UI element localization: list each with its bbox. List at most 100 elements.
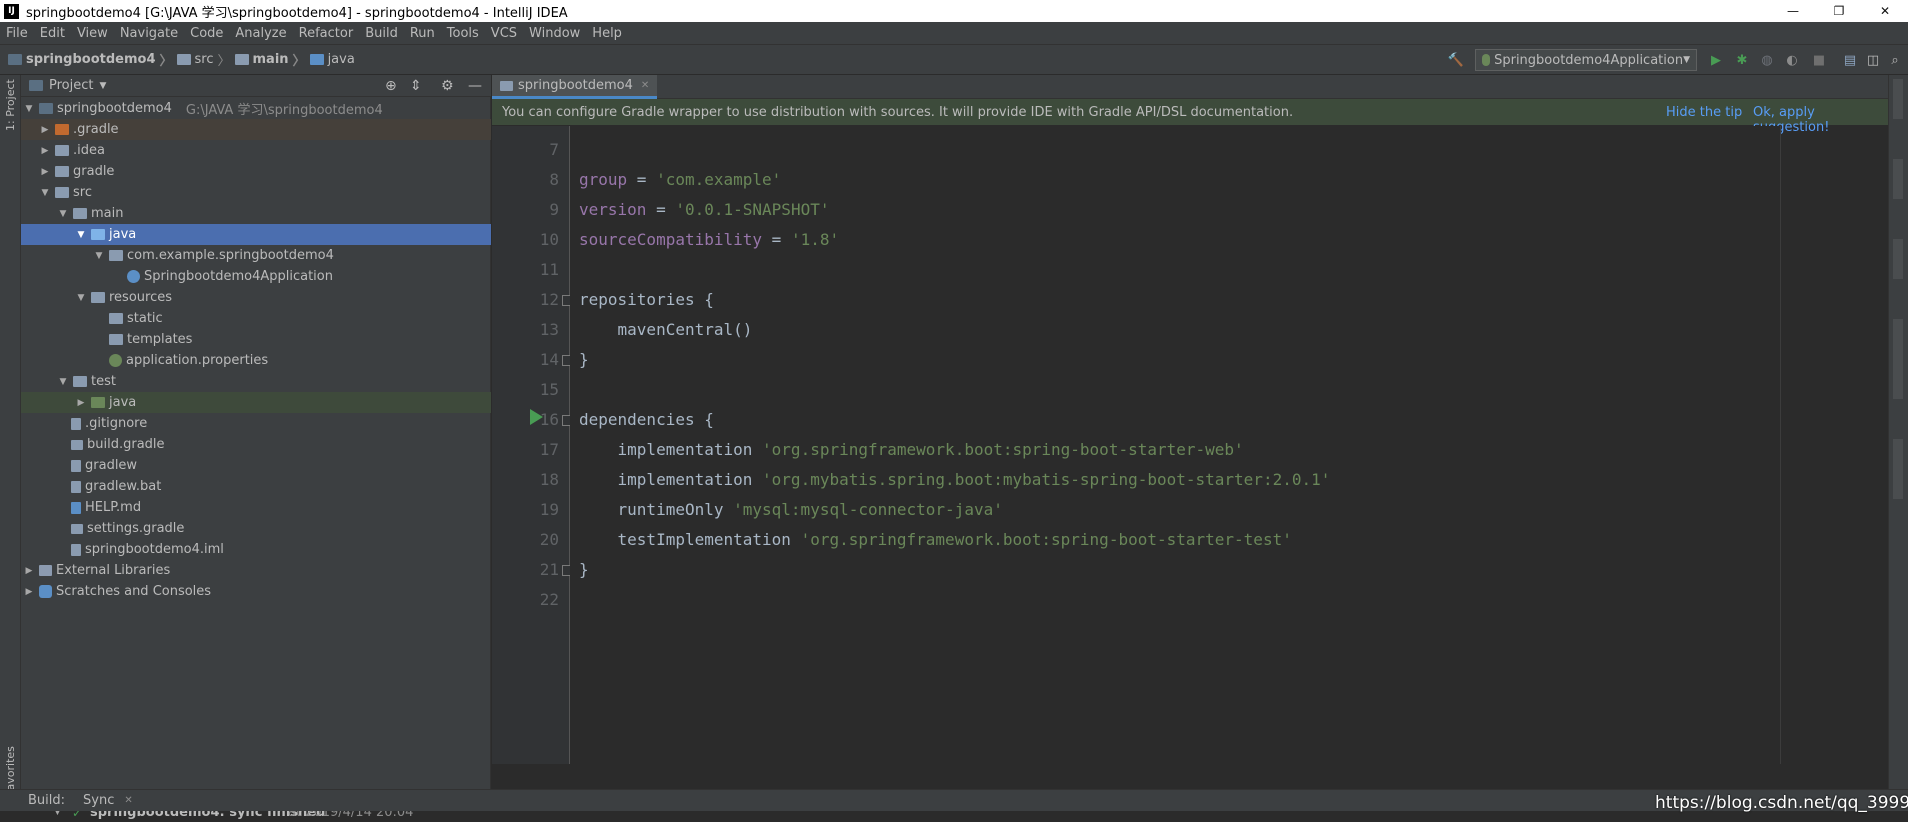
code-line-20: testImplementation 'org.springframework.… bbox=[579, 530, 1292, 549]
code-editor[interactable]: group = 'com.example' version = '0.0.1-S… bbox=[570, 126, 1780, 764]
line-number: 22 bbox=[539, 590, 559, 609]
tree-item-test-java[interactable]: ▶ java bbox=[21, 392, 491, 413]
breadcrumb-src[interactable]: src 〉 bbox=[176, 50, 235, 69]
tree-item-gradle-dir[interactable]: ▶ .gradle bbox=[21, 119, 491, 140]
tree-item-src[interactable]: ▼ src bbox=[21, 182, 491, 203]
code-line-18: implementation 'org.mybatis.spring.boot:… bbox=[579, 470, 1331, 489]
hide-tip-link[interactable]: Hide the tip bbox=[1666, 105, 1742, 120]
folder-icon bbox=[55, 166, 69, 177]
window-title-bar: IJ springbootdemo4 [G:\JAVA 学习\springboo… bbox=[0, 0, 1908, 22]
close-sync-icon[interactable]: ✕ bbox=[124, 795, 132, 806]
tree-item-external-libraries[interactable]: ▶ External Libraries bbox=[21, 560, 491, 581]
build-hammer-icon[interactable]: 🔨 bbox=[1447, 51, 1465, 69]
code-line-10: sourceCompatibility = '1.8' bbox=[579, 230, 840, 249]
tree-item-idea[interactable]: ▶ .idea bbox=[21, 140, 491, 161]
line-number: 14 bbox=[539, 350, 559, 369]
minimize-button[interactable]: — bbox=[1770, 0, 1816, 22]
menu-vcs[interactable]: VCS bbox=[485, 26, 523, 41]
gradle-tool-tab[interactable] bbox=[1893, 159, 1903, 199]
intellij-logo-icon: IJ bbox=[4, 3, 19, 19]
chevron-down-icon[interactable]: ▼ bbox=[99, 81, 106, 91]
menu-code[interactable]: Code bbox=[184, 26, 229, 41]
menu-help[interactable]: Help bbox=[586, 26, 628, 41]
tree-item-scratches[interactable]: ▶ Scratches and Consoles bbox=[21, 581, 491, 602]
sync-tab[interactable]: Sync bbox=[83, 793, 114, 808]
project-tool-tab[interactable]: 1: Project bbox=[4, 79, 17, 131]
settings-icon[interactable]: ◫ bbox=[1864, 51, 1882, 69]
chevron-down-icon[interactable]: ▼ bbox=[54, 811, 61, 817]
maven-tool-tab[interactable] bbox=[1893, 239, 1903, 279]
folder-icon bbox=[109, 334, 123, 345]
menu-window[interactable]: Window bbox=[523, 26, 586, 41]
collapse-all-icon[interactable]: ⇕ bbox=[410, 78, 422, 94]
menu-tools[interactable]: Tools bbox=[441, 26, 485, 41]
breadcrumb-main[interactable]: main 〉 bbox=[234, 50, 310, 69]
close-button[interactable]: ✕ bbox=[1862, 0, 1908, 22]
gear-icon[interactable]: ⚙ bbox=[441, 78, 454, 94]
menu-edit[interactable]: Edit bbox=[34, 26, 71, 41]
code-line-17: implementation 'org.springframework.boot… bbox=[579, 440, 1244, 459]
tree-item-application-properties[interactable]: application.properties bbox=[21, 350, 491, 371]
database-tool-tab[interactable] bbox=[1893, 79, 1903, 119]
close-tab-icon[interactable]: ✕ bbox=[641, 80, 649, 91]
ant-build-tool-tab[interactable] bbox=[1893, 439, 1903, 499]
window-title: springbootdemo4 [G:\JAVA 学习\springbootde… bbox=[26, 5, 568, 21]
menu-navigate[interactable]: Navigate bbox=[114, 26, 184, 41]
tree-item-resources[interactable]: ▼ resources bbox=[21, 287, 491, 308]
tree-item-iml[interactable]: springbootdemo4.iml bbox=[21, 539, 491, 560]
tab-springbootdemo4[interactable]: springbootdemo4 ✕ bbox=[492, 75, 658, 99]
menu-bar: File Edit View Navigate Code Analyze Ref… bbox=[0, 22, 1908, 45]
hide-panel-icon[interactable]: — bbox=[468, 78, 482, 94]
tree-item-package[interactable]: ▼ com.example.springbootdemo4 bbox=[21, 245, 491, 266]
tree-item-application-class[interactable]: Springbootdemo4Application bbox=[21, 266, 491, 287]
tree-item-templates[interactable]: templates bbox=[21, 329, 491, 350]
scratches-icon bbox=[39, 585, 52, 598]
tree-item-gradlew[interactable]: gradlew bbox=[21, 455, 491, 476]
tree-item-settings-gradle[interactable]: settings.gradle bbox=[21, 518, 491, 539]
folder-icon bbox=[176, 54, 191, 65]
tree-item-build-gradle[interactable]: build.gradle bbox=[21, 434, 491, 455]
bottom-tool-bar: Build: Sync ✕ bbox=[0, 789, 1908, 811]
stop-icon[interactable]: ■ bbox=[1810, 51, 1828, 69]
build-output-row: ▼ ✓ springbootdemo4: sync finished at 20… bbox=[0, 811, 1908, 822]
restore-button[interactable]: ❐ bbox=[1816, 0, 1862, 22]
breadcrumb-project[interactable]: springbootdemo4 〉 bbox=[8, 50, 177, 69]
tree-item-main-java[interactable]: ▼ java bbox=[21, 224, 491, 245]
gradle-file-icon bbox=[500, 80, 513, 91]
debug-icon[interactable]: ✱ bbox=[1733, 51, 1751, 69]
project-structure-icon[interactable]: ▤ bbox=[1841, 51, 1859, 69]
run-configuration-select[interactable]: Springbootdemo4Application ▼ bbox=[1475, 49, 1697, 71]
gradle-file-icon bbox=[71, 439, 83, 450]
menu-analyze[interactable]: Analyze bbox=[229, 26, 292, 41]
coverage-icon[interactable]: ◍ bbox=[1758, 51, 1776, 69]
run-icon[interactable]: ▶ bbox=[1707, 51, 1725, 69]
tree-item-gitignore[interactable]: .gitignore bbox=[21, 413, 491, 434]
excluded-folder-icon bbox=[55, 124, 69, 135]
tree-item-help-md[interactable]: HELP.md bbox=[21, 497, 491, 518]
tree-item-test[interactable]: ▼ test bbox=[21, 371, 491, 392]
right-margin-guide bbox=[1780, 126, 1781, 764]
line-number: 20 bbox=[539, 530, 559, 549]
tree-item-main[interactable]: ▼ main bbox=[21, 203, 491, 224]
breadcrumb-java[interactable]: java bbox=[309, 52, 355, 67]
project-panel-title[interactable]: Project bbox=[49, 78, 93, 93]
tree-item-root[interactable]: ▼ springbootdemo4 G:\JAVA 学习\springbootd… bbox=[21, 98, 491, 119]
gradle-file-icon bbox=[71, 523, 83, 534]
menu-build[interactable]: Build bbox=[359, 26, 404, 41]
menu-run[interactable]: Run bbox=[404, 26, 441, 41]
sync-time: at 2019/4/14 20:04 bbox=[288, 811, 414, 820]
menu-refactor[interactable]: Refactor bbox=[293, 26, 360, 41]
tree-item-gradle[interactable]: ▶ gradle bbox=[21, 161, 491, 182]
bean-validation-tool-tab[interactable] bbox=[1893, 319, 1903, 399]
tree-item-static[interactable]: static bbox=[21, 308, 491, 329]
line-number: 13 bbox=[539, 320, 559, 339]
profile-icon[interactable]: ◐ bbox=[1783, 51, 1801, 69]
run-gutter-icon[interactable] bbox=[530, 409, 543, 425]
locate-icon[interactable]: ⊕ bbox=[385, 78, 397, 94]
menu-file[interactable]: File bbox=[0, 26, 34, 41]
file-icon bbox=[71, 417, 81, 430]
search-icon[interactable]: ⌕ bbox=[1886, 51, 1904, 69]
test-folder-icon bbox=[91, 397, 105, 408]
menu-view[interactable]: View bbox=[71, 26, 114, 41]
tree-item-gradlew-bat[interactable]: gradlew.bat bbox=[21, 476, 491, 497]
